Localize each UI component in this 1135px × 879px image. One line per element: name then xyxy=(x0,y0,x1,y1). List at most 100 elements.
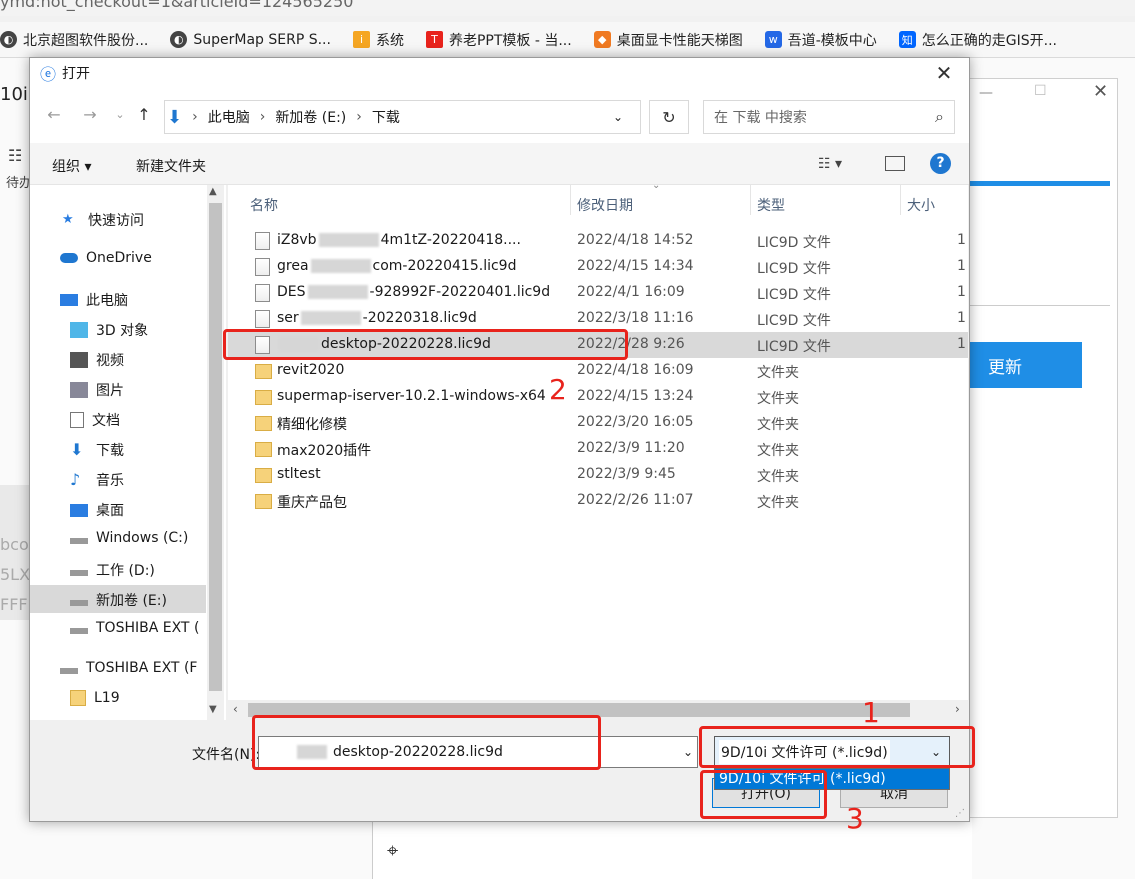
folder-icon xyxy=(255,390,272,405)
file-row[interactable]: supermap-iserver-10.2.1-windows-x64 2022/… xyxy=(228,384,968,410)
back-arrow-icon[interactable]: ← xyxy=(44,105,64,125)
nav-item-downloads[interactable]: ⬇ 下载 xyxy=(70,440,124,460)
nav-item-toshiba-1[interactable]: TOSHIBA EXT ( xyxy=(70,620,199,636)
forward-arrow-icon[interactable]: → xyxy=(80,105,100,125)
breadcrumb-item[interactable]: 新加卷 (E:) xyxy=(275,107,346,127)
minimize-icon[interactable]: — xyxy=(979,85,993,101)
file-row[interactable]: 精细化修模 2022/3/20 16:05 文件夹 xyxy=(228,410,968,436)
column-divider xyxy=(750,185,751,215)
preview-pane-icon[interactable] xyxy=(885,156,905,171)
scroll-up-icon[interactable]: ▲ xyxy=(209,186,217,197)
filename-label: 文件名(N): xyxy=(192,747,261,763)
nav-item-music[interactable]: ♪ 音乐 xyxy=(70,470,124,490)
view-options-icon[interactable]: ☷ ▾ xyxy=(818,156,842,172)
nav-item-3d-objects[interactable]: 3D 对象 xyxy=(70,320,148,340)
column-date-header[interactable]: 修改日期 xyxy=(577,195,633,215)
bookmark-item[interactable]: ◆ 桌面显卡性能天梯图 xyxy=(593,30,743,50)
nav-label: 图片 xyxy=(96,383,124,399)
column-name-header[interactable]: 名称 xyxy=(250,195,278,215)
nav-item-documents[interactable]: 文档 xyxy=(70,410,120,430)
chevron-right-icon: › xyxy=(259,109,266,125)
nav-item-onedrive[interactable]: OneDrive xyxy=(60,250,152,266)
new-folder-button[interactable]: 新建文件夹 xyxy=(136,156,206,176)
file-name: grea com-20220415.lic9d xyxy=(277,258,516,274)
file-type: 文件夹 xyxy=(757,495,799,511)
fox-icon: ◆ xyxy=(593,31,611,48)
file-type: LIC9D 文件 xyxy=(757,313,831,329)
search-placeholder: 在 下载 中搜索 xyxy=(714,110,807,126)
nav-item-l19[interactable]: L19 xyxy=(70,690,120,706)
search-input[interactable]: 在 下载 中搜索 ⌕ xyxy=(703,100,955,134)
scroll-down-icon[interactable]: ▼ xyxy=(209,704,217,715)
nav-item-pictures[interactable]: 图片 xyxy=(70,380,124,400)
file-row[interactable]: max2020插件 2022/3/9 11:20 文件夹 xyxy=(228,436,968,462)
file-name-part: grea xyxy=(277,258,309,274)
breadcrumb-item[interactable]: 此电脑 xyxy=(208,107,250,127)
nav-item-drive-e[interactable]: 新加卷 (E:) xyxy=(70,590,167,610)
nav-label: 桌面 xyxy=(96,503,124,519)
file-name: 精细化修模 xyxy=(277,414,347,434)
file-row[interactable]: 重庆产品包 2022/2/26 11:07 文件夹 xyxy=(228,488,968,514)
scroll-right-icon[interactable]: › xyxy=(955,702,960,716)
nav-item-drive-d[interactable]: 工作 (D:) xyxy=(70,560,155,580)
chevron-right-icon: › xyxy=(356,109,362,125)
nav-item-toshiba-2[interactable]: TOSHIBA EXT (F xyxy=(60,660,197,676)
nav-item-quick-access[interactable]: ★ 快速访问 xyxy=(62,210,144,230)
nav-item-this-pc[interactable]: 此电脑 xyxy=(60,290,128,310)
organize-button[interactable]: 组织 ▾ xyxy=(52,156,91,176)
close-button[interactable]: ✕ xyxy=(929,62,959,84)
bookmark-item[interactable]: w 吾道-模板中心 xyxy=(764,30,877,50)
nav-label: 工作 (D:) xyxy=(96,563,155,579)
address-breadcrumb[interactable]: ⬇ › 此电脑 › 新加卷 (E:) › 下载 xyxy=(164,100,641,134)
nav-label: 文档 xyxy=(92,413,120,429)
background-left-panel: bco 5LX FFF xyxy=(0,485,30,620)
scroll-left-icon[interactable]: ‹ xyxy=(233,702,238,716)
refresh-button[interactable]: ↻ xyxy=(649,100,689,134)
maximize-icon[interactable]: ☐ xyxy=(1034,83,1047,99)
bookmark-item[interactable]: T 养老PPT模板 - 当... xyxy=(425,30,572,50)
file-name-part: -20220318.lic9d xyxy=(362,310,477,326)
bookmarks-bar: ◐ 北京超图软件股份... ◐ SuperMap SERP S... i 系统 T 养老… xyxy=(0,22,1135,58)
file-date: 2022/3/18 11:16 xyxy=(577,310,694,326)
column-size-header[interactable]: 大小 xyxy=(907,195,935,215)
file-row[interactable]: revit2020 2022/4/18 16:09 文件夹 xyxy=(228,358,968,384)
nav-item-drive-c[interactable]: Windows (C:) xyxy=(70,530,188,546)
nav-label: L19 xyxy=(94,690,120,706)
chevron-down-icon[interactable]: ⌄ xyxy=(613,110,623,124)
file-name: 重庆产品包 xyxy=(277,492,347,512)
address-bar[interactable]: ymd:not_checkout=1&articleId=124565250 xyxy=(0,0,1135,16)
bookmark-item[interactable]: 知怎么正确的走GIS开... xyxy=(898,30,1057,50)
bookmark-item[interactable]: i 系统 xyxy=(352,30,404,50)
file-icon xyxy=(255,310,270,328)
nav-scrollbar-thumb[interactable] xyxy=(209,203,222,691)
bg-text: bco xyxy=(0,535,29,554)
url-text: ymd:not_checkout=1&articleId=124565250 xyxy=(0,0,354,11)
file-row[interactable]: iZ8vb 4m1tZ-20220418.... 2022/4/18 14:52 LI… xyxy=(228,228,968,254)
drive-icon xyxy=(70,600,88,606)
help-icon[interactable]: ? xyxy=(930,153,951,174)
file-row[interactable]: DES -928992F-20220401.lic9d 2022/4/1 16:09… xyxy=(228,280,968,306)
bookmark-item[interactable]: ◐ SuperMap SERP S... xyxy=(170,31,331,48)
bookmark-item[interactable]: ◐ 北京超图软件股份... xyxy=(0,30,148,50)
column-divider xyxy=(900,185,901,215)
chevron-down-icon[interactable]: ⌄ xyxy=(678,736,698,768)
nav-item-videos[interactable]: 视频 xyxy=(70,350,124,370)
bookmark-label: 养老PPT模板 - 当... xyxy=(448,32,572,49)
file-row[interactable]: grea com-20220415.lic9d 2022/4/15 14:34 LIC… xyxy=(228,254,968,280)
nav-label: 快速访问 xyxy=(88,213,144,229)
crosshair-icon[interactable]: ⌖ xyxy=(387,838,398,862)
breadcrumb-item[interactable]: 下载 xyxy=(372,107,400,127)
recent-dropdown-icon[interactable]: ⌄ xyxy=(110,108,130,128)
nav-item-desktop[interactable]: 桌面 xyxy=(70,500,124,520)
drive-icon xyxy=(70,570,88,576)
update-button[interactable]: 更新 xyxy=(968,342,1082,388)
file-size: 1 xyxy=(957,284,966,300)
resize-grip-icon[interactable]: ⋰ xyxy=(955,808,965,819)
file-name: ser -20220318.lic9d xyxy=(277,310,477,326)
file-row[interactable]: stltest 2022/3/9 9:45 文件夹 xyxy=(228,462,968,488)
up-arrow-icon[interactable]: ↑ xyxy=(134,105,154,125)
column-type-header[interactable]: 类型 xyxy=(757,195,785,215)
close-icon[interactable]: ✕ xyxy=(1093,81,1108,102)
system-icon: i xyxy=(352,31,370,48)
nav-label: Windows (C:) xyxy=(96,530,189,546)
